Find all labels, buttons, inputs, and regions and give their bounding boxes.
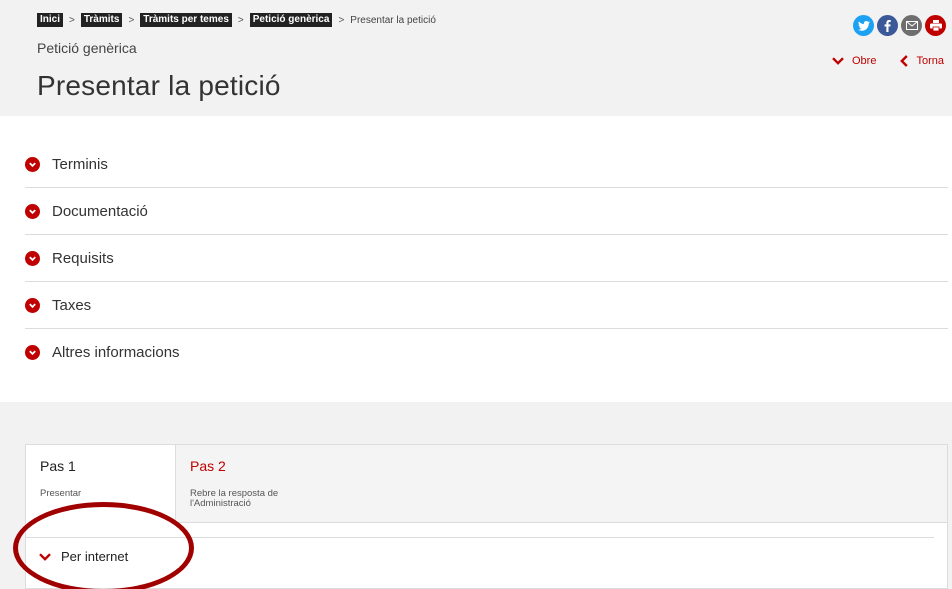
info-accordion: Terminis Documentació Requisits Taxes Al…	[25, 141, 948, 376]
accordion-item-documentacio[interactable]: Documentació	[25, 188, 948, 235]
accordion-item-terminis[interactable]: Terminis	[25, 141, 948, 188]
breadcrumb-current: Presentar la petició	[350, 14, 436, 26]
accordion-item-requisits[interactable]: Requisits	[25, 235, 948, 282]
accordion-label: Altres informacions	[52, 344, 180, 361]
accordion-label: Documentació	[52, 202, 148, 220]
breadcrumb-separator: >	[338, 14, 345, 26]
breadcrumb-separator: >	[128, 14, 135, 26]
breadcrumb-item-tramits-per-temes[interactable]: Tràmits per temes	[140, 13, 232, 27]
back-button[interactable]: Torna	[900, 55, 944, 67]
step-tabs: Pas 1 Presentar Pas 2 Rebre la resposta …	[26, 445, 947, 524]
page-header: Inici > Tràmits > Tràmits per temes > Pe…	[0, 0, 952, 116]
header-actions: Obre Torna	[832, 55, 944, 67]
page-title: Presentar la petició	[37, 70, 281, 101]
breadcrumb-item-tramits[interactable]: Tràmits	[80, 13, 123, 27]
tab-description: Presentar	[40, 488, 82, 499]
breadcrumb: Inici > Tràmits > Tràmits per temes > Pe…	[37, 13, 436, 27]
highlight-circle	[13, 502, 194, 589]
mail-icon[interactable]	[901, 15, 922, 36]
page-subtitle: Petició genèrica	[37, 40, 137, 56]
breadcrumb-separator: >	[69, 14, 75, 26]
chevron-down-icon	[832, 57, 844, 65]
open-all-button[interactable]: Obre	[832, 55, 876, 67]
chevron-down-circle-icon	[25, 250, 40, 266]
chevron-down-circle-icon	[25, 345, 40, 360]
open-all-label: Obre	[852, 55, 877, 67]
accordion-item-taxes[interactable]: Taxes	[25, 282, 948, 329]
accordion-label: Taxes	[52, 296, 92, 314]
facebook-icon[interactable]	[877, 15, 898, 36]
accordion-label: Requisits	[52, 249, 114, 267]
accordion-item-altres-informacions[interactable]: Altres informacions	[25, 329, 948, 376]
chevron-down-circle-icon	[25, 156, 40, 172]
print-icon[interactable]	[925, 15, 946, 36]
accordion-label: Terminis	[52, 155, 108, 173]
tab-description: l'Administració	[190, 498, 251, 509]
tab-pas-2[interactable]: Pas 2 Rebre la resposta de l'Administrac…	[176, 445, 326, 522]
tab-title: Pas 2	[190, 458, 226, 474]
breadcrumb-item-inici[interactable]: Inici	[37, 13, 64, 27]
chevron-down-circle-icon	[25, 297, 40, 313]
tab-title: Pas 1	[40, 458, 76, 474]
chevron-left-icon	[900, 55, 909, 67]
breadcrumb-item-peticio-generica[interactable]: Petició genèrica	[249, 13, 333, 27]
back-label: Torna	[916, 55, 944, 67]
twitter-icon[interactable]	[853, 15, 874, 36]
breadcrumb-separator: >	[237, 14, 244, 26]
social-share-bar	[853, 15, 946, 36]
chevron-down-circle-icon	[25, 203, 40, 219]
